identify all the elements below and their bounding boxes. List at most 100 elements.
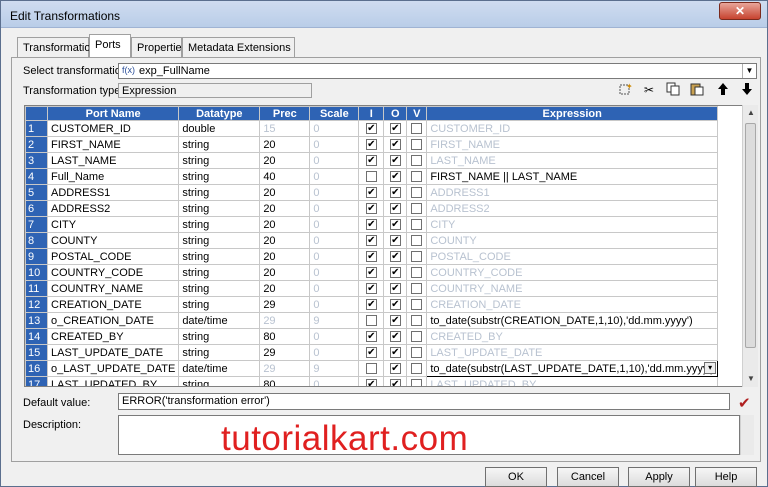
datatype-cell[interactable]: double [178, 120, 261, 137]
table-row[interactable]: 16 o_LAST_UPDATE_DATE date/time 29 9 ✔ to_date… [25, 360, 719, 377]
default-value-field[interactable]: ERROR('transformation error') [118, 393, 730, 410]
variable-checkbox[interactable] [411, 171, 423, 183]
input-checkbox[interactable]: ✔ [365, 347, 377, 359]
select-transformation-dropdown[interactable]: f(x) exp_FullName ▼ [118, 63, 757, 79]
expression-cell[interactable]: ADDRESS1 [426, 184, 719, 201]
scale-cell[interactable]: 0 [309, 200, 360, 217]
expression-cell[interactable]: CREATED_BY [426, 328, 719, 345]
port-name-cell[interactable]: LAST_UPDATE_DATE [46, 344, 180, 361]
output-checkbox[interactable]: ✔ [389, 235, 401, 247]
row-number[interactable]: 10 [25, 264, 48, 281]
datatype-cell[interactable]: string [178, 200, 261, 217]
close-button[interactable]: ✕ [719, 2, 761, 20]
table-row[interactable]: 8 COUNTY string 20 0 ✔ ✔ COUNTY [25, 232, 719, 249]
paste-icon[interactable] [689, 82, 705, 98]
scroll-up-icon[interactable]: ▲ [743, 105, 759, 121]
help-button[interactable]: Help [695, 467, 757, 487]
port-name-cell[interactable]: COUNTRY_CODE [46, 264, 180, 281]
cut-icon[interactable]: ✂ [641, 82, 657, 98]
variable-checkbox[interactable] [411, 219, 423, 231]
row-number[interactable]: 8 [25, 232, 48, 249]
column-header-input[interactable]: I [358, 106, 385, 121]
variable-checkbox[interactable] [411, 299, 423, 311]
table-row[interactable]: 9 POSTAL_CODE string 20 0 ✔ ✔ POSTAL_CODE [25, 248, 719, 265]
expression-cell[interactable]: COUNTRY_CODE [426, 264, 719, 281]
output-checkbox[interactable]: ✔ [389, 203, 401, 215]
row-number[interactable]: 3 [25, 152, 48, 169]
datatype-cell[interactable]: string [178, 136, 261, 153]
table-row[interactable]: 14 CREATED_BY string 80 0 ✔ ✔ CREATED_BY [25, 328, 719, 345]
input-checkbox[interactable] [365, 315, 377, 327]
input-checkbox[interactable] [365, 171, 377, 183]
row-number[interactable]: 16 [25, 360, 48, 377]
grid-vertical-scrollbar[interactable]: ▲ ▼ [742, 105, 758, 387]
variable-checkbox[interactable] [411, 155, 423, 167]
output-checkbox[interactable]: ✔ [389, 347, 401, 359]
input-checkbox[interactable]: ✔ [365, 219, 377, 231]
input-checkbox[interactable]: ✔ [365, 203, 377, 215]
port-name-cell[interactable]: o_CREATION_DATE [46, 312, 180, 329]
tab-properties[interactable]: Properties [131, 37, 187, 57]
scale-cell[interactable]: 0 [309, 248, 360, 265]
prec-cell[interactable]: 20 [259, 216, 311, 233]
row-number[interactable]: 6 [25, 200, 48, 217]
copy-icon[interactable] [665, 82, 681, 98]
variable-checkbox[interactable] [411, 363, 423, 375]
table-row[interactable]: 6 ADDRESS2 string 20 0 ✔ ✔ ADDRESS2 [25, 200, 719, 217]
port-name-cell[interactable]: Full_Name [46, 168, 180, 185]
port-name-cell[interactable]: CITY [46, 216, 180, 233]
variable-checkbox[interactable] [411, 267, 423, 279]
expression-cell[interactable]: POSTAL_CODE [426, 248, 719, 265]
new-port-icon[interactable]: ✦ [617, 82, 633, 98]
input-checkbox[interactable]: ✔ [365, 379, 377, 386]
expression-cell[interactable]: CUSTOMER_ID [426, 120, 719, 137]
output-checkbox[interactable]: ✔ [389, 171, 401, 183]
validate-check-icon[interactable]: ✔ [738, 394, 751, 412]
output-checkbox[interactable]: ✔ [389, 267, 401, 279]
scale-cell[interactable]: 0 [309, 344, 360, 361]
column-header-expression[interactable]: Expression [426, 106, 719, 121]
row-number[interactable]: 11 [25, 280, 48, 297]
input-checkbox[interactable]: ✔ [365, 155, 377, 167]
scale-cell[interactable]: 0 [309, 280, 360, 297]
output-checkbox[interactable]: ✔ [389, 315, 401, 327]
expression-editor-icon[interactable]: ▾ [704, 362, 717, 374]
expression-cell[interactable]: FIRST_NAME [426, 136, 719, 153]
chevron-down-icon[interactable]: ▼ [742, 64, 756, 78]
scale-cell[interactable]: 0 [309, 296, 360, 313]
variable-checkbox[interactable] [411, 123, 423, 135]
scale-cell[interactable]: 0 [309, 216, 360, 233]
port-name-cell[interactable]: FIRST_NAME [46, 136, 180, 153]
datatype-cell[interactable]: string [178, 328, 261, 345]
cancel-button[interactable]: Cancel [557, 467, 619, 487]
input-checkbox[interactable]: ✔ [365, 283, 377, 295]
column-header-output[interactable]: O [383, 106, 408, 121]
expression-cell[interactable]: LAST_UPDATE_DATE [426, 344, 719, 361]
table-row[interactable]: 4 Full_Name string 40 0 ✔ FIRST_NAME || LAST_N… [25, 168, 719, 185]
prec-cell[interactable]: 20 [259, 264, 311, 281]
port-name-cell[interactable]: CREATION_DATE [46, 296, 180, 313]
datatype-cell[interactable]: string [178, 344, 261, 361]
prec-cell[interactable]: 20 [259, 152, 311, 169]
scale-cell[interactable]: 0 [309, 168, 360, 185]
input-checkbox[interactable]: ✔ [365, 123, 377, 135]
column-header-port-name[interactable]: Port Name [46, 106, 180, 121]
expression-cell[interactable]: CREATION_DATE [426, 296, 719, 313]
port-name-cell[interactable]: CREATED_BY [46, 328, 180, 345]
output-checkbox[interactable]: ✔ [389, 299, 401, 311]
table-row[interactable]: 10 COUNTRY_CODE string 20 0 ✔ ✔ COUNTRY_CODE [25, 264, 719, 281]
table-row[interactable]: 1 CUSTOMER_ID double 15 0 ✔ ✔ CUSTOMER_ID [25, 120, 719, 137]
scale-cell[interactable]: 9 [309, 312, 360, 329]
table-row[interactable]: 2 FIRST_NAME string 20 0 ✔ ✔ FIRST_NAME [25, 136, 719, 153]
move-up-icon[interactable] [715, 82, 731, 98]
row-number[interactable]: 9 [25, 248, 48, 265]
input-checkbox[interactable]: ✔ [365, 187, 377, 199]
table-row[interactable]: 13 o_CREATION_DATE date/time 29 9 ✔ to_date(su… [25, 312, 719, 329]
datatype-cell[interactable]: date/time [178, 312, 261, 329]
port-name-cell[interactable]: ADDRESS2 [46, 200, 180, 217]
port-name-cell[interactable]: POSTAL_CODE [46, 248, 180, 265]
port-name-cell[interactable]: COUNTRY_NAME [46, 280, 180, 297]
row-number[interactable]: 15 [25, 344, 48, 361]
variable-checkbox[interactable] [411, 283, 423, 295]
expression-cell[interactable]: CITY [426, 216, 719, 233]
